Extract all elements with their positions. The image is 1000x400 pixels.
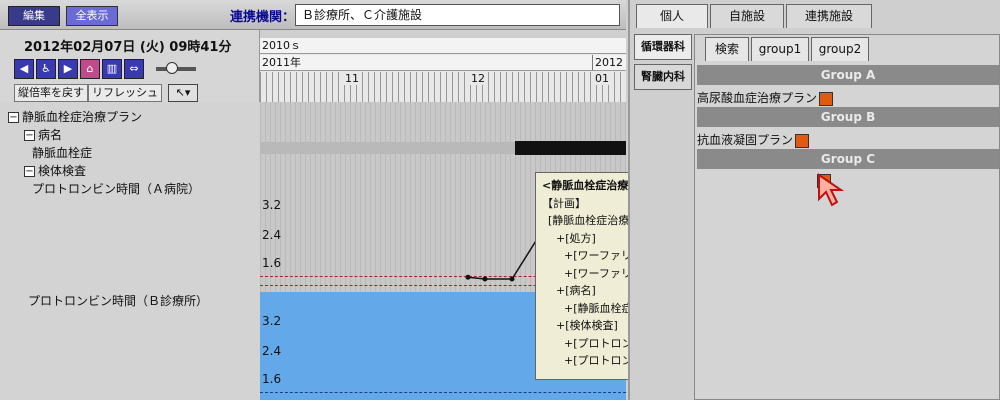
data-point[interactable]	[482, 276, 488, 282]
pointer-tool-icon[interactable]: ↖▾	[168, 84, 198, 102]
next-year-label: 2012	[592, 55, 623, 70]
data-point[interactable]	[509, 276, 515, 282]
plan-select-icon[interactable]	[795, 133, 810, 148]
timeline-ticks	[260, 72, 626, 102]
department-tabs: 循環器科 腎臓内科	[634, 34, 692, 94]
tree-node-lab[interactable]: − 検体検査	[24, 162, 86, 179]
collapse-icon[interactable]: −	[24, 166, 35, 177]
tab-group1[interactable]: group1	[751, 37, 809, 61]
group-header: Group C	[697, 149, 999, 169]
coop-field[interactable]: Ｂ診療所、Ｃ介護施設	[295, 4, 620, 26]
plan-label: 抗血液凝固プラン	[697, 133, 794, 147]
data-point[interactable]	[465, 274, 471, 280]
plan-list-panel: 検索 group1 group2 Group A 高尿酸血症治療プラン Grou…	[694, 34, 1000, 400]
book-icon[interactable]: ▥	[102, 59, 122, 79]
top-toolbar: 編集 全表示 連携機関： Ｂ診療所、Ｃ介護施設	[0, 0, 626, 30]
group-header: Group A	[697, 65, 999, 85]
tree-leaf-disease[interactable]: 静脈血栓症	[32, 144, 92, 161]
tree-leaf-test-a[interactable]: プロトロンビン時間（Ａ病院）	[32, 180, 200, 197]
tab-personal[interactable]: 個人	[636, 4, 708, 28]
plan-tree: − 静脈血栓症治療プラン − 病名 静脈血栓症 − 検体検査 プロトロンビン時間（Ａ病…	[0, 102, 260, 400]
collapse-icon[interactable]: −	[8, 112, 19, 123]
collapse-icon[interactable]: −	[24, 130, 35, 141]
series-line	[467, 237, 539, 280]
tick-label: 12	[470, 72, 486, 85]
tick-label: 11	[344, 72, 360, 85]
cursor-arrow-icon	[818, 173, 845, 207]
tick-label: 01	[594, 72, 610, 85]
current-datetime: 2012年02月07日 (火) 09時41分	[24, 40, 232, 55]
plan-select-icon[interactable]	[819, 91, 834, 106]
tree-node-disease[interactable]: − 病名	[24, 126, 62, 143]
zoom-slider[interactable]	[156, 62, 196, 74]
tab-own-facility[interactable]: 自施設	[710, 4, 784, 28]
show-all-button[interactable]: 全表示	[66, 6, 118, 26]
tree-node-plan[interactable]: − 静脈血栓症治療プラン	[8, 108, 142, 125]
side-tab-nephrology[interactable]: 腎臓内科	[634, 64, 692, 90]
coop-label: 連携機関：	[230, 10, 296, 25]
next-icon[interactable]: ▶	[58, 59, 78, 79]
tree-label: 病名	[38, 128, 63, 142]
refresh-button[interactable]: リフレッシュ	[88, 84, 162, 102]
tree-leaf-test-b[interactable]: プロトロンビン時間（Ｂ診療所）	[28, 292, 208, 309]
year-label: 2011年	[262, 56, 301, 69]
person-icon[interactable]: ♿	[36, 59, 56, 79]
slider-knob-icon[interactable]	[166, 62, 178, 74]
edit-button[interactable]: 編集	[8, 6, 60, 26]
reset-scale-button[interactable]: 縦倍率を戻す	[14, 84, 88, 102]
home-icon[interactable]: ⌂	[80, 59, 100, 79]
nav-icon-row: ◀ ♿ ▶ ⌂ ▥ ⇔	[14, 58, 196, 80]
tree-label: 検体検査	[38, 164, 87, 178]
plan-row[interactable]: 抗血液凝固プラン	[697, 131, 810, 148]
tab-partner-facility[interactable]: 連携施設	[786, 4, 872, 28]
expand-icon[interactable]: ⇔	[124, 59, 144, 79]
timeline-decade: 2010ｓ	[260, 38, 626, 54]
group-header: Group B	[697, 107, 999, 127]
tab-search[interactable]: 検索	[705, 37, 749, 61]
timeline-header: 2010ｓ 2011年 2012 11 12 01	[260, 38, 626, 102]
side-tab-cardiology[interactable]: 循環器科	[634, 34, 692, 60]
tree-label: 静脈血栓症治療プラン	[22, 110, 143, 124]
timeline-year: 2011年 2012	[260, 55, 626, 71]
right-panel: 個人 自施設 連携施設 循環器科 腎臓内科 検索 group1 group2 G…	[628, 0, 1000, 400]
control-panel: 2012年02月07日 (火) 09時41分 ◀ ♿ ▶ ⌂ ▥ ⇔ 縦倍率を戻…	[0, 30, 260, 102]
prev-icon[interactable]: ◀	[14, 59, 34, 79]
plan-label: 高尿酸血症治療プラン	[697, 91, 818, 105]
plan-row[interactable]: 高尿酸血症治療プラン	[697, 89, 834, 106]
tab-group2[interactable]: group2	[811, 37, 869, 61]
